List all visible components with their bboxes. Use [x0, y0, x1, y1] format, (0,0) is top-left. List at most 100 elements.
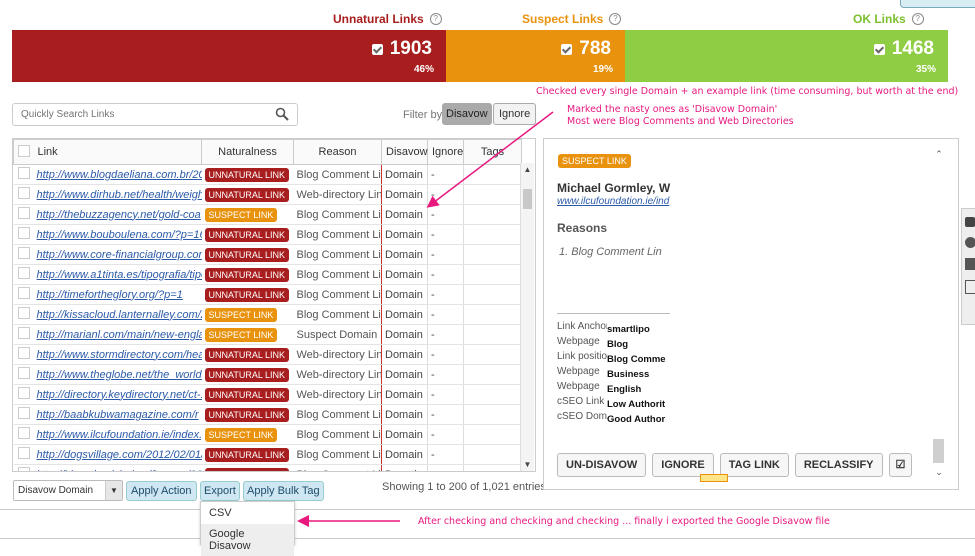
row-checkbox[interactable]	[17, 287, 30, 299]
ok-bar[interactable]: 1468 35%	[625, 30, 948, 82]
help-icon[interactable]: ?	[609, 13, 622, 25]
action-select[interactable]: Disavow Domain ▼	[13, 480, 123, 501]
table-row[interactable]: http://directory.keydirectory.net/ct-1 UN…	[13, 384, 522, 405]
row-disavow[interactable]: Domain	[381, 184, 428, 205]
row-disavow[interactable]: Domain	[381, 264, 428, 285]
row-ignore[interactable]: -	[427, 364, 464, 385]
row-disavow[interactable]: Domain	[381, 324, 428, 345]
row-checkbox[interactable]	[17, 187, 30, 199]
top-right-button[interactable]	[900, 0, 975, 8]
row-checkbox-cell[interactable]	[13, 164, 34, 185]
scrollbar-thumb[interactable]	[933, 439, 944, 463]
col-header-link[interactable]: Link	[33, 139, 202, 165]
row-link[interactable]: http://dogsvillage.com/2012/02/01/	[33, 444, 202, 465]
row-checkbox-cell[interactable]	[13, 304, 34, 325]
row-checkbox-cell[interactable]	[13, 424, 34, 445]
row-disavow[interactable]: Domain	[381, 244, 428, 265]
select-all-checkbox[interactable]	[18, 144, 30, 157]
row-ignore[interactable]: -	[427, 164, 464, 185]
link-url[interactable]: http://kissacloud.lanternalley.com/2	[37, 309, 202, 321]
row-checkbox[interactable]	[17, 407, 30, 419]
row-ignore[interactable]: -	[427, 284, 464, 305]
doc-icon[interactable]	[965, 258, 975, 270]
row-tags[interactable]	[463, 224, 522, 245]
row-checkbox-cell[interactable]	[13, 404, 34, 425]
link-url[interactable]: http://www.core-financialgroup.com	[37, 249, 202, 261]
row-checkbox[interactable]	[17, 307, 30, 319]
row-disavow[interactable]: Domain	[381, 224, 428, 245]
search-icon[interactable]	[275, 107, 289, 121]
table-row[interactable]: http://kissacloud.lanternalley.com/2 SUSP…	[13, 304, 522, 325]
side-tool-icon[interactable]	[965, 217, 975, 227]
row-checkbox[interactable]	[17, 347, 30, 359]
table-row[interactable]: http://www.stormdirectory.com/heal UNNATU…	[13, 344, 522, 365]
row-checkbox[interactable]	[17, 267, 30, 279]
row-tags[interactable]	[463, 444, 522, 465]
scroll-up-icon[interactable]: ⌃	[932, 149, 946, 160]
row-link[interactable]: http://kissacloud.lanternalley.com/2	[33, 304, 202, 325]
row-checkbox-cell[interactable]	[13, 204, 34, 225]
row-link[interactable]: http://marianl.com/main/new-engla	[33, 324, 202, 345]
row-disavow[interactable]: Domain	[381, 284, 428, 305]
select-all-header[interactable]	[13, 139, 34, 165]
row-disavow[interactable]: Domain	[381, 444, 428, 465]
row-tags[interactable]	[463, 384, 522, 405]
link-url[interactable]: http://www.theglobe.net/the_worlds	[37, 369, 202, 381]
row-tags[interactable]	[463, 424, 522, 445]
row-ignore[interactable]: -	[427, 344, 464, 365]
link-url[interactable]: http://www.stormdirectory.com/heal	[37, 349, 202, 361]
row-ignore[interactable]: -	[427, 424, 464, 445]
row-checkbox-cell[interactable]	[13, 284, 34, 305]
row-link[interactable]: http://www.blogdaeliana.com.br/20	[33, 164, 202, 185]
row-checkbox[interactable]	[17, 367, 30, 379]
row-checkbox-cell[interactable]	[13, 244, 34, 265]
row-ignore[interactable]: -	[427, 264, 464, 285]
row-disavow[interactable]: Domain	[381, 164, 428, 185]
row-ignore[interactable]: -	[427, 224, 464, 245]
circle-icon[interactable]	[965, 237, 975, 248]
row-link[interactable]: http://www.ilcufoundation.ie/index.p	[33, 424, 202, 445]
row-ignore[interactable]: -	[427, 244, 464, 265]
detail-scrollbar[interactable]: ⌃ ⌄	[932, 139, 946, 489]
row-checkbox-cell[interactable]	[13, 184, 34, 205]
link-url[interactable]: http://thebuzzagency.net/gold-coa	[37, 209, 201, 221]
scrollbar-thumb[interactable]	[523, 189, 532, 209]
link-url[interactable]: http://www.bouboulena.com/?p=16	[37, 229, 202, 241]
row-checkbox[interactable]	[17, 227, 30, 239]
row-ignore[interactable]: -	[427, 444, 464, 465]
table-row[interactable]: http://marianl.com/main/new-engla SUSPECT…	[13, 324, 522, 345]
row-checkbox[interactable]	[17, 327, 30, 339]
row-tags[interactable]	[463, 244, 522, 265]
row-tags[interactable]	[463, 464, 522, 471]
row-checkbox[interactable]	[17, 167, 30, 179]
row-link[interactable]: http://blog.simplybabygifts.com/20	[33, 464, 202, 471]
row-checkbox-cell[interactable]	[13, 344, 34, 365]
row-tags[interactable]	[463, 164, 522, 185]
export-menu-item-csv[interactable]: CSV	[201, 502, 294, 524]
row-disavow[interactable]: Domain	[381, 384, 428, 405]
row-disavow[interactable]: Domain	[381, 364, 428, 385]
apply-action-button[interactable]: Apply Action	[126, 481, 197, 501]
search-box[interactable]	[12, 103, 298, 126]
row-ignore[interactable]: -	[427, 464, 464, 471]
row-checkbox-cell[interactable]	[13, 224, 34, 245]
row-ignore[interactable]: -	[427, 404, 464, 425]
row-link[interactable]: http://www.bouboulena.com/?p=16	[33, 224, 202, 245]
detail-url[interactable]: www.ilcufoundation.ie/ind	[557, 196, 669, 207]
suspect-bar[interactable]: 788 19%	[446, 30, 625, 82]
row-disavow[interactable]: Domain	[381, 464, 428, 471]
table-row[interactable]: http://www.a1tinta.es/tipografia/tipo UNN…	[13, 264, 522, 285]
reclassify-button[interactable]: RECLASSIFY	[794, 453, 883, 477]
row-checkbox[interactable]	[17, 427, 30, 439]
row-checkbox[interactable]	[17, 467, 30, 471]
row-checkbox-cell[interactable]	[13, 384, 34, 405]
row-checkbox-cell[interactable]	[13, 364, 34, 385]
row-disavow[interactable]: Domain	[381, 204, 428, 225]
row-tags[interactable]	[463, 304, 522, 325]
row-tags[interactable]	[463, 404, 522, 425]
row-tags[interactable]	[463, 204, 522, 225]
row-link[interactable]: http://www.dirhub.net/health/weight	[33, 184, 202, 205]
row-tags[interactable]	[463, 264, 522, 285]
grid-icon[interactable]	[965, 280, 975, 294]
row-disavow[interactable]: Domain	[381, 304, 428, 325]
